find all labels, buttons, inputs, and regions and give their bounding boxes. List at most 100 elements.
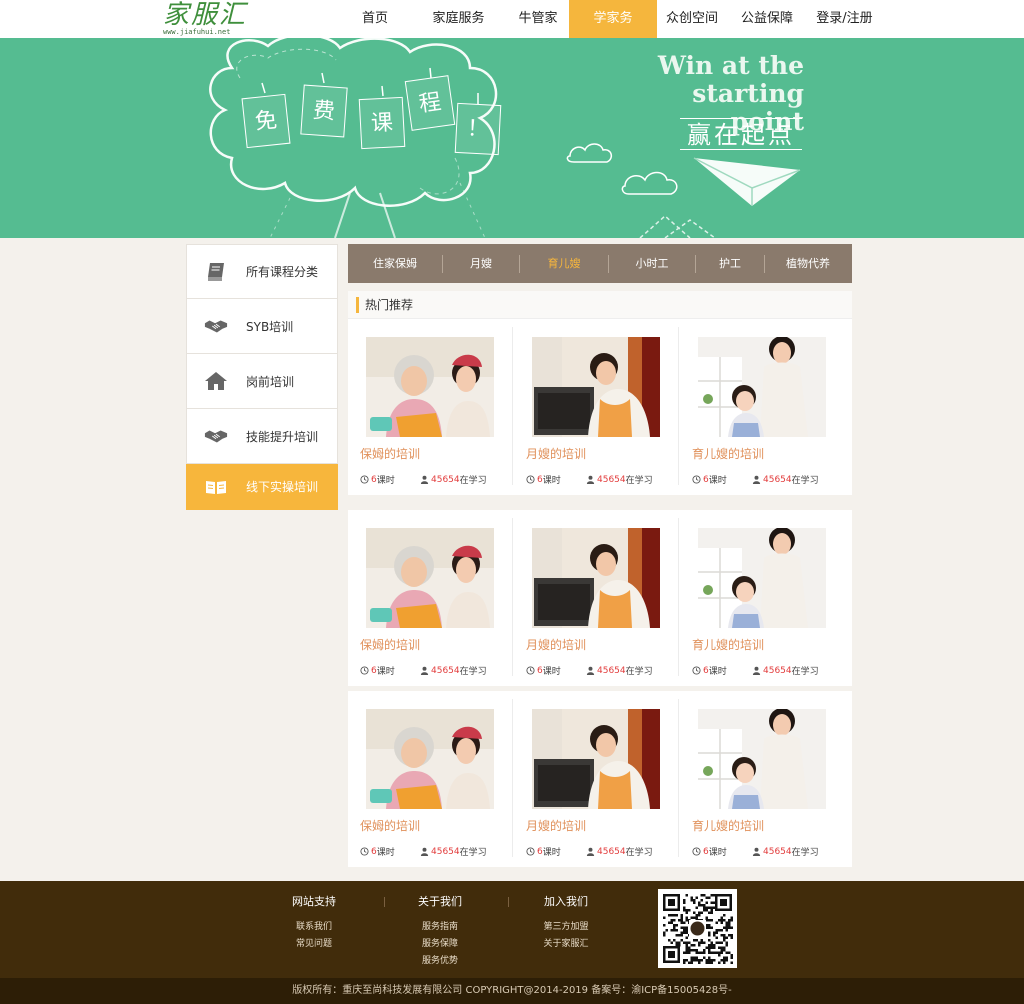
user-icon: [420, 475, 429, 484]
learner-count-value: 45654: [763, 665, 792, 676]
clock-icon: [692, 847, 701, 856]
tab-hourly-worker[interactable]: 小时工: [609, 244, 695, 283]
course-thumbnail[interactable]: [366, 337, 494, 437]
tab-live-in-nanny[interactable]: 住家保姆: [348, 244, 442, 283]
nav-learn-housework[interactable]: 学家务: [569, 0, 657, 38]
course-thumbnail[interactable]: [698, 528, 826, 628]
course-card[interactable]: 育儿嫂的培训 6 课时 45654 在学习: [680, 510, 846, 686]
logo[interactable]: 家服汇 www.jiafuhui.net: [163, 2, 253, 36]
tab-nanny[interactable]: 育儿嫂: [520, 244, 608, 283]
banner-slogan-cn: 赢在起点: [680, 118, 802, 150]
course-thumbnail[interactable]: [532, 337, 660, 437]
lesson-count-unit: 课时: [708, 848, 727, 858]
banner-chalk-art: [209, 38, 801, 238]
course-title[interactable]: 保姆的培训: [360, 636, 420, 653]
tab-maternity-matron[interactable]: 月嫂: [443, 244, 519, 283]
course-title[interactable]: 保姆的培训: [360, 817, 420, 834]
clock-icon: [692, 666, 701, 675]
lesson-count-unit: 课时: [376, 848, 395, 858]
course-row: 保姆的培训 6 课时 45654 在学习 月嫂的培训 6 课时 45654 在学习 育儿嫂的培训 6 课…: [348, 510, 852, 686]
course-card[interactable]: 月嫂的培训 6 课时 45654 在学习: [514, 510, 680, 686]
tab-caregiver[interactable]: 护工: [696, 244, 764, 283]
banner-card: 课: [358, 96, 406, 150]
lesson-count-unit: 课时: [542, 476, 561, 486]
course-card[interactable]: 月嫂的培训 6 课时 45654 在学习: [514, 319, 680, 495]
learner-count-unit: 在学习: [625, 476, 653, 486]
sidebar-item-all-courses[interactable]: 所有课程分类: [186, 244, 338, 299]
clock-icon: [360, 847, 369, 856]
lesson-count: 6 课时: [360, 845, 395, 858]
course-row: 保姆的培训 6 课时 45654 在学习 月嫂的培训 6 课时 45654 在学习 育儿嫂的培训 6 课…: [348, 319, 852, 495]
nav-maker-space[interactable]: 众创空间: [657, 0, 727, 38]
learner-count: 45654 在学习: [420, 473, 487, 486]
footer-col-title: 网站支持: [292, 895, 336, 908]
nav-welfare[interactable]: 公益保障: [727, 0, 807, 38]
user-icon: [420, 666, 429, 675]
nav-butler[interactable]: 牛管家: [507, 0, 569, 38]
card-divider: [512, 518, 513, 676]
footer-link[interactable]: 关于家服汇: [534, 936, 598, 953]
lesson-count: 6 课时: [526, 845, 561, 858]
course-title[interactable]: 育儿嫂的培训: [692, 445, 764, 462]
course-thumbnail[interactable]: [366, 528, 494, 628]
lesson-count: 6 课时: [692, 664, 727, 677]
lesson-count: 6 课时: [360, 473, 395, 486]
course-title[interactable]: 育儿嫂的培训: [692, 636, 764, 653]
lesson-count-unit: 课时: [376, 476, 395, 486]
handshake-icon: [204, 314, 228, 338]
learner-count-unit: 在学习: [791, 848, 819, 858]
course-title[interactable]: 月嫂的培训: [526, 817, 586, 834]
course-card[interactable]: 育儿嫂的培训 6 课时 45654 在学习: [680, 319, 846, 495]
course-title[interactable]: 月嫂的培训: [526, 445, 586, 462]
course-card[interactable]: 保姆的培训 6 课时 45654 在学习: [348, 319, 514, 495]
course-card[interactable]: 保姆的培训 6 课时 45654 在学习: [348, 510, 514, 686]
footer-link[interactable]: 服务保障: [408, 936, 472, 953]
sidebar-item-skill-up[interactable]: 技能提升培训: [186, 409, 338, 464]
user-icon: [752, 475, 761, 484]
card-divider: [678, 327, 679, 485]
course-thumbnail[interactable]: [366, 709, 494, 809]
sidebar-item-syb[interactable]: SYB培训: [186, 299, 338, 354]
qr-code: [658, 889, 737, 968]
nav-home-service[interactable]: 家庭服务: [410, 0, 507, 38]
clock-icon: [360, 475, 369, 484]
card-divider: [678, 518, 679, 676]
nav-login-register[interactable]: 登录/注册: [807, 0, 882, 38]
sidebar-item-label: 岗前培训: [246, 374, 295, 389]
lesson-count-unit: 课时: [542, 848, 561, 858]
sidebar-item-pre-job[interactable]: 岗前培训: [186, 354, 338, 409]
course-title[interactable]: 育儿嫂的培训: [692, 817, 764, 834]
footer-link[interactable]: 第三方加盟: [534, 919, 598, 936]
section-title: 热门推荐: [365, 298, 414, 312]
course-category-sidebar: 所有课程分类 SYB培训 岗前培训 技能提升培训 线下实操培训: [186, 244, 338, 510]
learner-count: 45654 在学习: [586, 473, 653, 486]
course-card[interactable]: 育儿嫂的培训 6 课时 45654 在学习: [680, 691, 846, 867]
footer-link[interactable]: 联系我们: [284, 919, 344, 936]
course-thumbnail[interactable]: [532, 709, 660, 809]
course-card[interactable]: 保姆的培训 6 课时 45654 在学习: [348, 691, 514, 867]
course-title[interactable]: 月嫂的培训: [526, 636, 586, 653]
book-icon: [204, 260, 228, 284]
footer-col-title: 加入我们: [544, 895, 588, 908]
site-footer: 网站支持 联系我们 常见问题 关于我们 服务指南 服务保障 服务优势 加入我们 …: [0, 881, 1024, 978]
lesson-count: 6 课时: [692, 473, 727, 486]
course-card[interactable]: 月嫂的培训 6 课时 45654 在学习: [514, 691, 680, 867]
sidebar-item-offline[interactable]: 线下实操培训: [186, 464, 338, 510]
footer-col-title: 关于我们: [418, 895, 462, 908]
user-icon: [586, 847, 595, 856]
nav-home[interactable]: 首页: [340, 0, 410, 38]
course-thumbnail[interactable]: [698, 709, 826, 809]
course-title[interactable]: 保姆的培训: [360, 445, 420, 462]
course-thumbnail[interactable]: [532, 528, 660, 628]
tab-plant-care[interactable]: 植物代养: [765, 244, 851, 283]
clock-icon: [526, 847, 535, 856]
footer-divider: [384, 897, 385, 907]
footer-link[interactable]: 服务指南: [408, 919, 472, 936]
footer-divider: [508, 897, 509, 907]
sidebar-item-label: 所有课程分类: [246, 265, 319, 279]
footer-link[interactable]: 常见问题: [284, 936, 344, 953]
learner-count-value: 45654: [431, 665, 460, 676]
clock-icon: [526, 475, 535, 484]
footer-link[interactable]: 服务优势: [408, 953, 472, 970]
course-thumbnail[interactable]: [698, 337, 826, 437]
